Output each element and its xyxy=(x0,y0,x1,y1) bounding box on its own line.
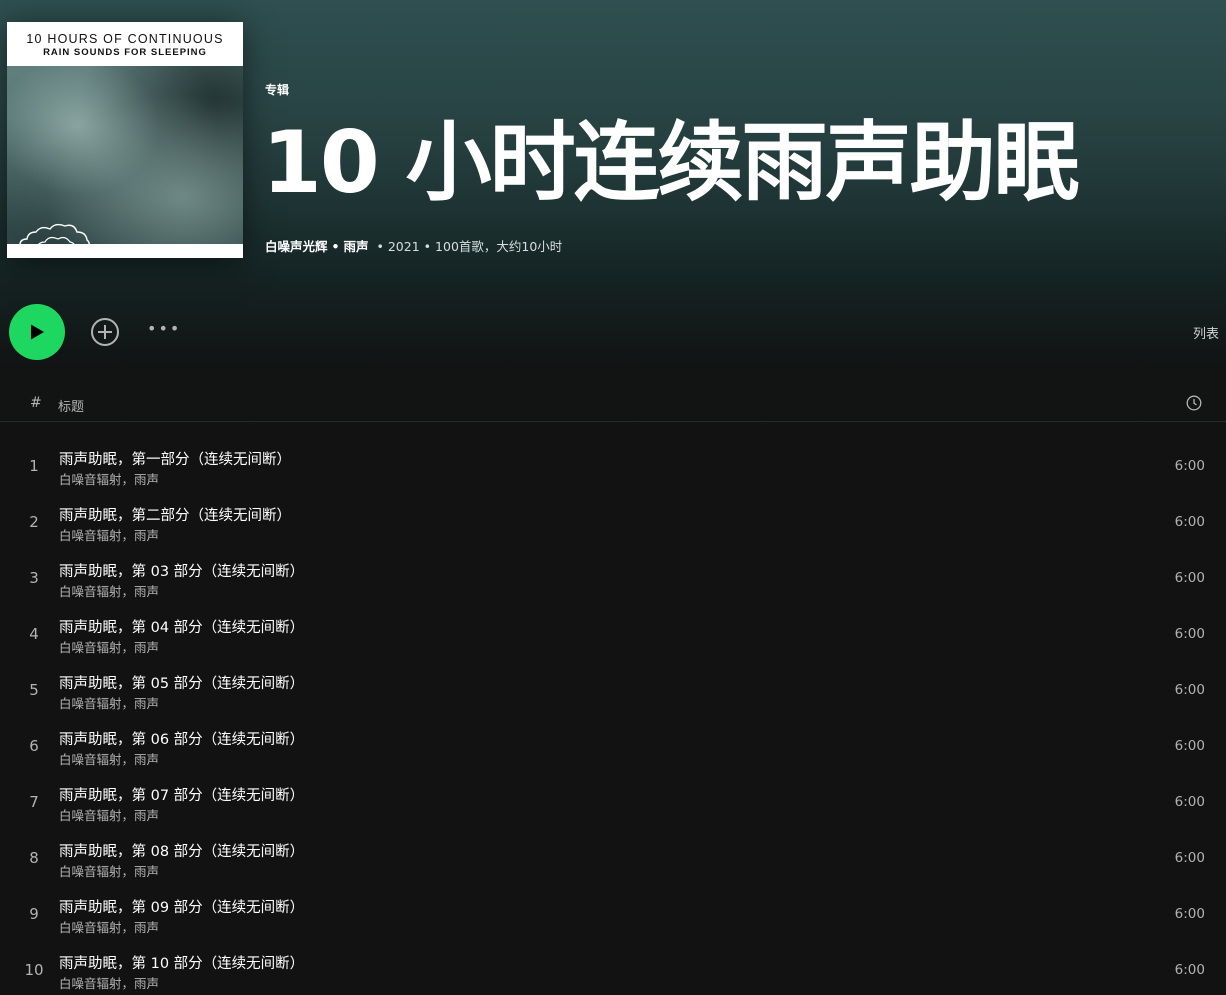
track-number: 5 xyxy=(29,681,39,699)
cover-line2: RAIN SOUNDS FOR SLEEPING xyxy=(43,47,207,58)
track-duration: 6:00 xyxy=(1174,962,1205,978)
meta-separator-2: • xyxy=(376,239,384,254)
track-title[interactable]: 雨声助眠，第 09 部分（连续无间断） xyxy=(59,896,304,917)
track-artist[interactable]: 白噪音辐射，雨声 xyxy=(59,805,159,824)
album-cover[interactable]: 10 HOURS OF CONTINUOUS RAIN SOUNDS FOR S… xyxy=(7,22,243,258)
column-header-title: 标题 xyxy=(58,400,85,415)
cover-banner: 10 HOURS OF CONTINUOUS RAIN SOUNDS FOR S… xyxy=(7,22,243,66)
cloud-icon xyxy=(19,223,90,251)
track-duration: 6:00 xyxy=(1174,738,1205,754)
track-title[interactable]: 雨声助眠，第 10 部分（连续无间断） xyxy=(59,952,304,973)
album-page: 10 HOURS OF CONTINUOUS RAIN SOUNDS FOR S… xyxy=(0,0,1226,995)
track-number: 4 xyxy=(29,625,39,643)
track-row[interactable]: 5 雨声助眠，第 05 部分（连续无间断） 白噪音辐射，雨声 6:00 xyxy=(0,661,1226,717)
track-title[interactable]: 雨声助眠，第 08 部分（连续无间断） xyxy=(59,840,304,861)
track-number: 7 xyxy=(29,793,39,811)
add-circle-icon[interactable] xyxy=(90,317,120,347)
track-row[interactable]: 10 雨声助眠，第 10 部分（连续无间断） 白噪音辐射，雨声 6:00 xyxy=(0,941,1226,995)
track-title[interactable]: 雨声助眠，第 03 部分（连续无间断） xyxy=(59,560,304,581)
track-row[interactable]: 6 雨声助眠，第 06 部分（连续无间断） 白噪音辐射，雨声 6:00 xyxy=(0,717,1226,773)
track-number: 8 xyxy=(29,849,39,867)
album-year: 2021 xyxy=(387,239,420,254)
track-number: 3 xyxy=(29,569,39,587)
cover-line1: 10 HOURS OF CONTINUOUS xyxy=(26,32,224,46)
track-number: 6 xyxy=(29,737,39,755)
play-icon xyxy=(31,324,44,340)
track-artist[interactable]: 白噪音辐射，雨声 xyxy=(59,469,159,488)
track-title[interactable]: 雨声助眠，第 04 部分（连续无间断） xyxy=(59,616,304,637)
track-artist[interactable]: 白噪音辐射，雨声 xyxy=(59,917,159,936)
track-artist[interactable]: 白噪音辐射，雨声 xyxy=(59,525,159,544)
track-duration: 6:00 xyxy=(1174,570,1205,586)
album-type-label: 专辑 xyxy=(265,83,290,97)
column-header-number: # xyxy=(30,395,42,411)
track-duration: 6:00 xyxy=(1174,850,1205,866)
artist2-link[interactable]: 雨声 xyxy=(343,239,368,254)
track-number: 2 xyxy=(29,513,39,531)
track-number: 10 xyxy=(24,961,44,979)
track-title[interactable]: 雨声助眠，第二部分（连续无间断） xyxy=(59,504,291,525)
track-row[interactable]: 7 雨声助眠，第 07 部分（连续无间断） 白噪音辐射，雨声 6:00 xyxy=(0,773,1226,829)
more-options-button[interactable]: ••• xyxy=(147,318,179,346)
track-artist[interactable]: 白噪音辐射，雨声 xyxy=(59,637,159,656)
track-title[interactable]: 雨声助眠，第一部分（连续无间断） xyxy=(59,448,291,469)
album-title: 10 小时连续雨声助眠 xyxy=(262,113,1080,213)
track-artist[interactable]: 白噪音辐射，雨声 xyxy=(59,749,159,768)
album-meta: 白噪声光辉 • 雨声 • 2021 • 100首歌，大约10小时 xyxy=(265,236,562,255)
track-table-header: # 标题 xyxy=(0,385,1226,422)
track-duration: 6:00 xyxy=(1174,682,1205,698)
track-title[interactable]: 雨声助眠，第 07 部分（连续无间断） xyxy=(59,784,304,805)
track-duration: 6:00 xyxy=(1174,626,1205,642)
track-artist[interactable]: 白噪音辐射，雨声 xyxy=(59,973,159,992)
track-duration: 6:00 xyxy=(1174,458,1205,474)
track-duration: 6:00 xyxy=(1174,514,1205,530)
track-number: 9 xyxy=(29,905,39,923)
clock-icon xyxy=(1186,395,1202,411)
meta-separator-3: • xyxy=(423,239,432,254)
track-row[interactable]: 8 雨声助眠，第 08 部分（连续无间断） 白噪音辐射，雨声 6:00 xyxy=(0,829,1226,885)
track-duration: 6:00 xyxy=(1174,794,1205,810)
track-duration: 6:00 xyxy=(1174,906,1205,922)
meta-separator: • xyxy=(331,239,340,254)
track-number: 1 xyxy=(29,457,39,475)
track-row[interactable]: 1 雨声助眠，第一部分（连续无间断） 白噪音辐射，雨声 6:00 xyxy=(0,437,1226,493)
track-title[interactable]: 雨声助眠，第 05 部分（连续无间断） xyxy=(59,672,304,693)
track-list: 1 雨声助眠，第一部分（连续无间断） 白噪音辐射，雨声 6:00 2 雨声助眠，… xyxy=(0,437,1226,995)
track-row[interactable]: 9 雨声助眠，第 09 部分（连续无间断） 白噪音辐射，雨声 6:00 xyxy=(0,885,1226,941)
track-row[interactable]: 3 雨声助眠，第 03 部分（连续无间断） 白噪音辐射，雨声 6:00 xyxy=(0,549,1226,605)
track-title[interactable]: 雨声助眠，第 06 部分（连续无间断） xyxy=(59,728,304,749)
artist-link[interactable]: 白噪声光辉 xyxy=(265,239,328,254)
play-button[interactable] xyxy=(9,304,65,360)
track-row[interactable]: 2 雨声助眠，第二部分（连续无间断） 白噪音辐射，雨声 6:00 xyxy=(0,493,1226,549)
more-icon: ••• xyxy=(147,319,182,338)
list-view-toggle[interactable]: 列表 xyxy=(1193,323,1219,342)
album-track-count: 100首歌，大约10小时 xyxy=(435,239,563,254)
track-artist[interactable]: 白噪音辐射，雨声 xyxy=(59,861,159,880)
track-artist[interactable]: 白噪音辐射，雨声 xyxy=(59,581,159,600)
track-row[interactable]: 4 雨声助眠，第 04 部分（连续无间断） 白噪音辐射，雨声 6:00 xyxy=(0,605,1226,661)
track-artist[interactable]: 白噪音辐射，雨声 xyxy=(59,693,159,712)
